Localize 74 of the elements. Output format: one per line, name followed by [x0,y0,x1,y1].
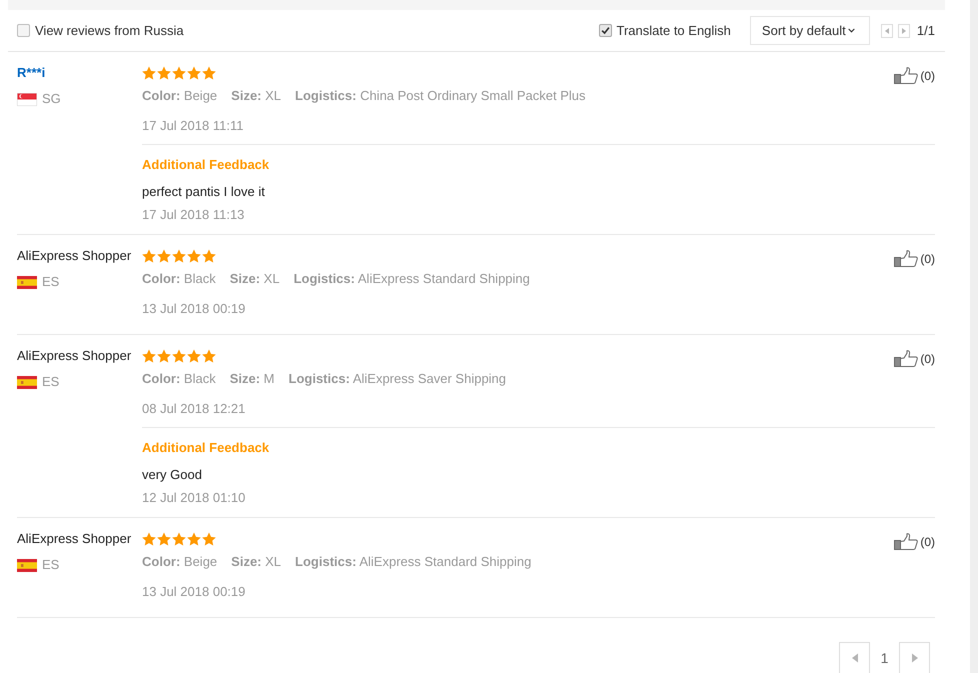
helpful-count: (0) [920,534,935,550]
review-date: 13 Jul 2018 00:19 [142,583,246,601]
star-icon [142,349,156,363]
thumbs-up-icon[interactable] [894,67,918,84]
page-number[interactable]: 1 [870,642,899,673]
star-icon [202,66,216,80]
additional-feedback-heading: Additional Feedback [142,156,270,174]
review-date: 13 Jul 2018 00:19 [142,300,246,318]
helpful-count: (0) [920,68,935,84]
caret-left-icon [884,28,889,34]
caret-left-icon [852,653,858,663]
star-icon [157,249,171,263]
helpful-count: (0) [920,350,935,366]
chevron-down-icon [848,28,855,33]
star-icon [157,349,171,363]
star-icon [202,249,216,263]
caret-right-icon [912,653,918,663]
star-icon [202,349,216,363]
thumbs-up-icon[interactable] [894,533,918,550]
star-icon [202,532,216,546]
review-date: 08 Jul 2018 12:21 [142,400,246,418]
star-icon [172,249,186,263]
feedback-text: very Good [142,466,202,484]
country-code: ES [42,273,60,291]
checkbox-label[interactable]: View reviews from Russia [35,20,184,40]
product-attribute: Color: Beige [142,87,218,105]
thumbs-up-icon[interactable] [894,250,918,267]
product-attribute: Size: XL [231,87,282,105]
product-attribute: Size: M [230,370,275,388]
review-date: 17 Jul 2018 11:11 [142,117,244,135]
star-icon [172,532,186,546]
flag-icon [17,558,37,572]
star-icon [172,66,186,80]
star-icon [142,66,156,80]
feedback-date: 12 Jul 2018 01:10 [142,489,246,507]
product-attribute: Size: XL [231,553,282,571]
star-icon [187,349,201,363]
flag-icon [17,376,37,388]
star-icon [157,532,171,546]
product-attribute: Color: Black [142,370,216,388]
star-icon [142,532,156,546]
product-attribute: Color: Beige [142,553,218,571]
product-attribute: Logistics: AliExpress Standard Shipping [295,553,532,571]
sort-dropdown[interactable]: Sort by default [750,16,870,45]
helpful-count: (0) [920,250,935,266]
additional-feedback-heading: Additional Feedback [142,439,270,457]
checkbox[interactable] [17,24,30,37]
product-attribute: Size: XL [230,270,280,288]
country-code: ES [42,373,60,391]
thumbs-up-icon[interactable] [894,350,918,367]
star-icon [187,249,201,263]
country-code: ES [42,556,60,574]
reviewer-name-link[interactable]: R***i [17,63,46,83]
flag-icon [17,92,37,106]
product-attribute: Logistics: China Post Ordinary Small Packet Plus [295,87,586,105]
flag-icon [17,276,37,288]
product-attribute: Logistics: AliExpress Saver Shipping [288,370,506,388]
reviewer-name: AliExpress Shopper [17,347,132,365]
checkbox[interactable] [598,24,612,37]
product-attribute: Color: Black [142,270,216,288]
country-code: SG [42,90,61,108]
reviewer-name: AliExpress Shopper [17,530,132,548]
feedback-text: perfect pantis I love it [142,183,265,201]
star-icon [172,349,186,363]
star-icon [187,66,201,80]
star-icon [142,249,156,263]
feedback-date: 17 Jul 2018 11:13 [142,206,244,224]
page-indicator: 1/1 [916,22,935,40]
checkbox-label[interactable]: Translate to English [616,20,731,40]
product-attribute: Logistics: AliExpress Standard Shipping [294,270,530,288]
star-icon [157,66,171,80]
star-icon [187,532,201,546]
reviewer-name: AliExpress Shopper [17,247,132,265]
caret-right-icon [902,28,906,34]
